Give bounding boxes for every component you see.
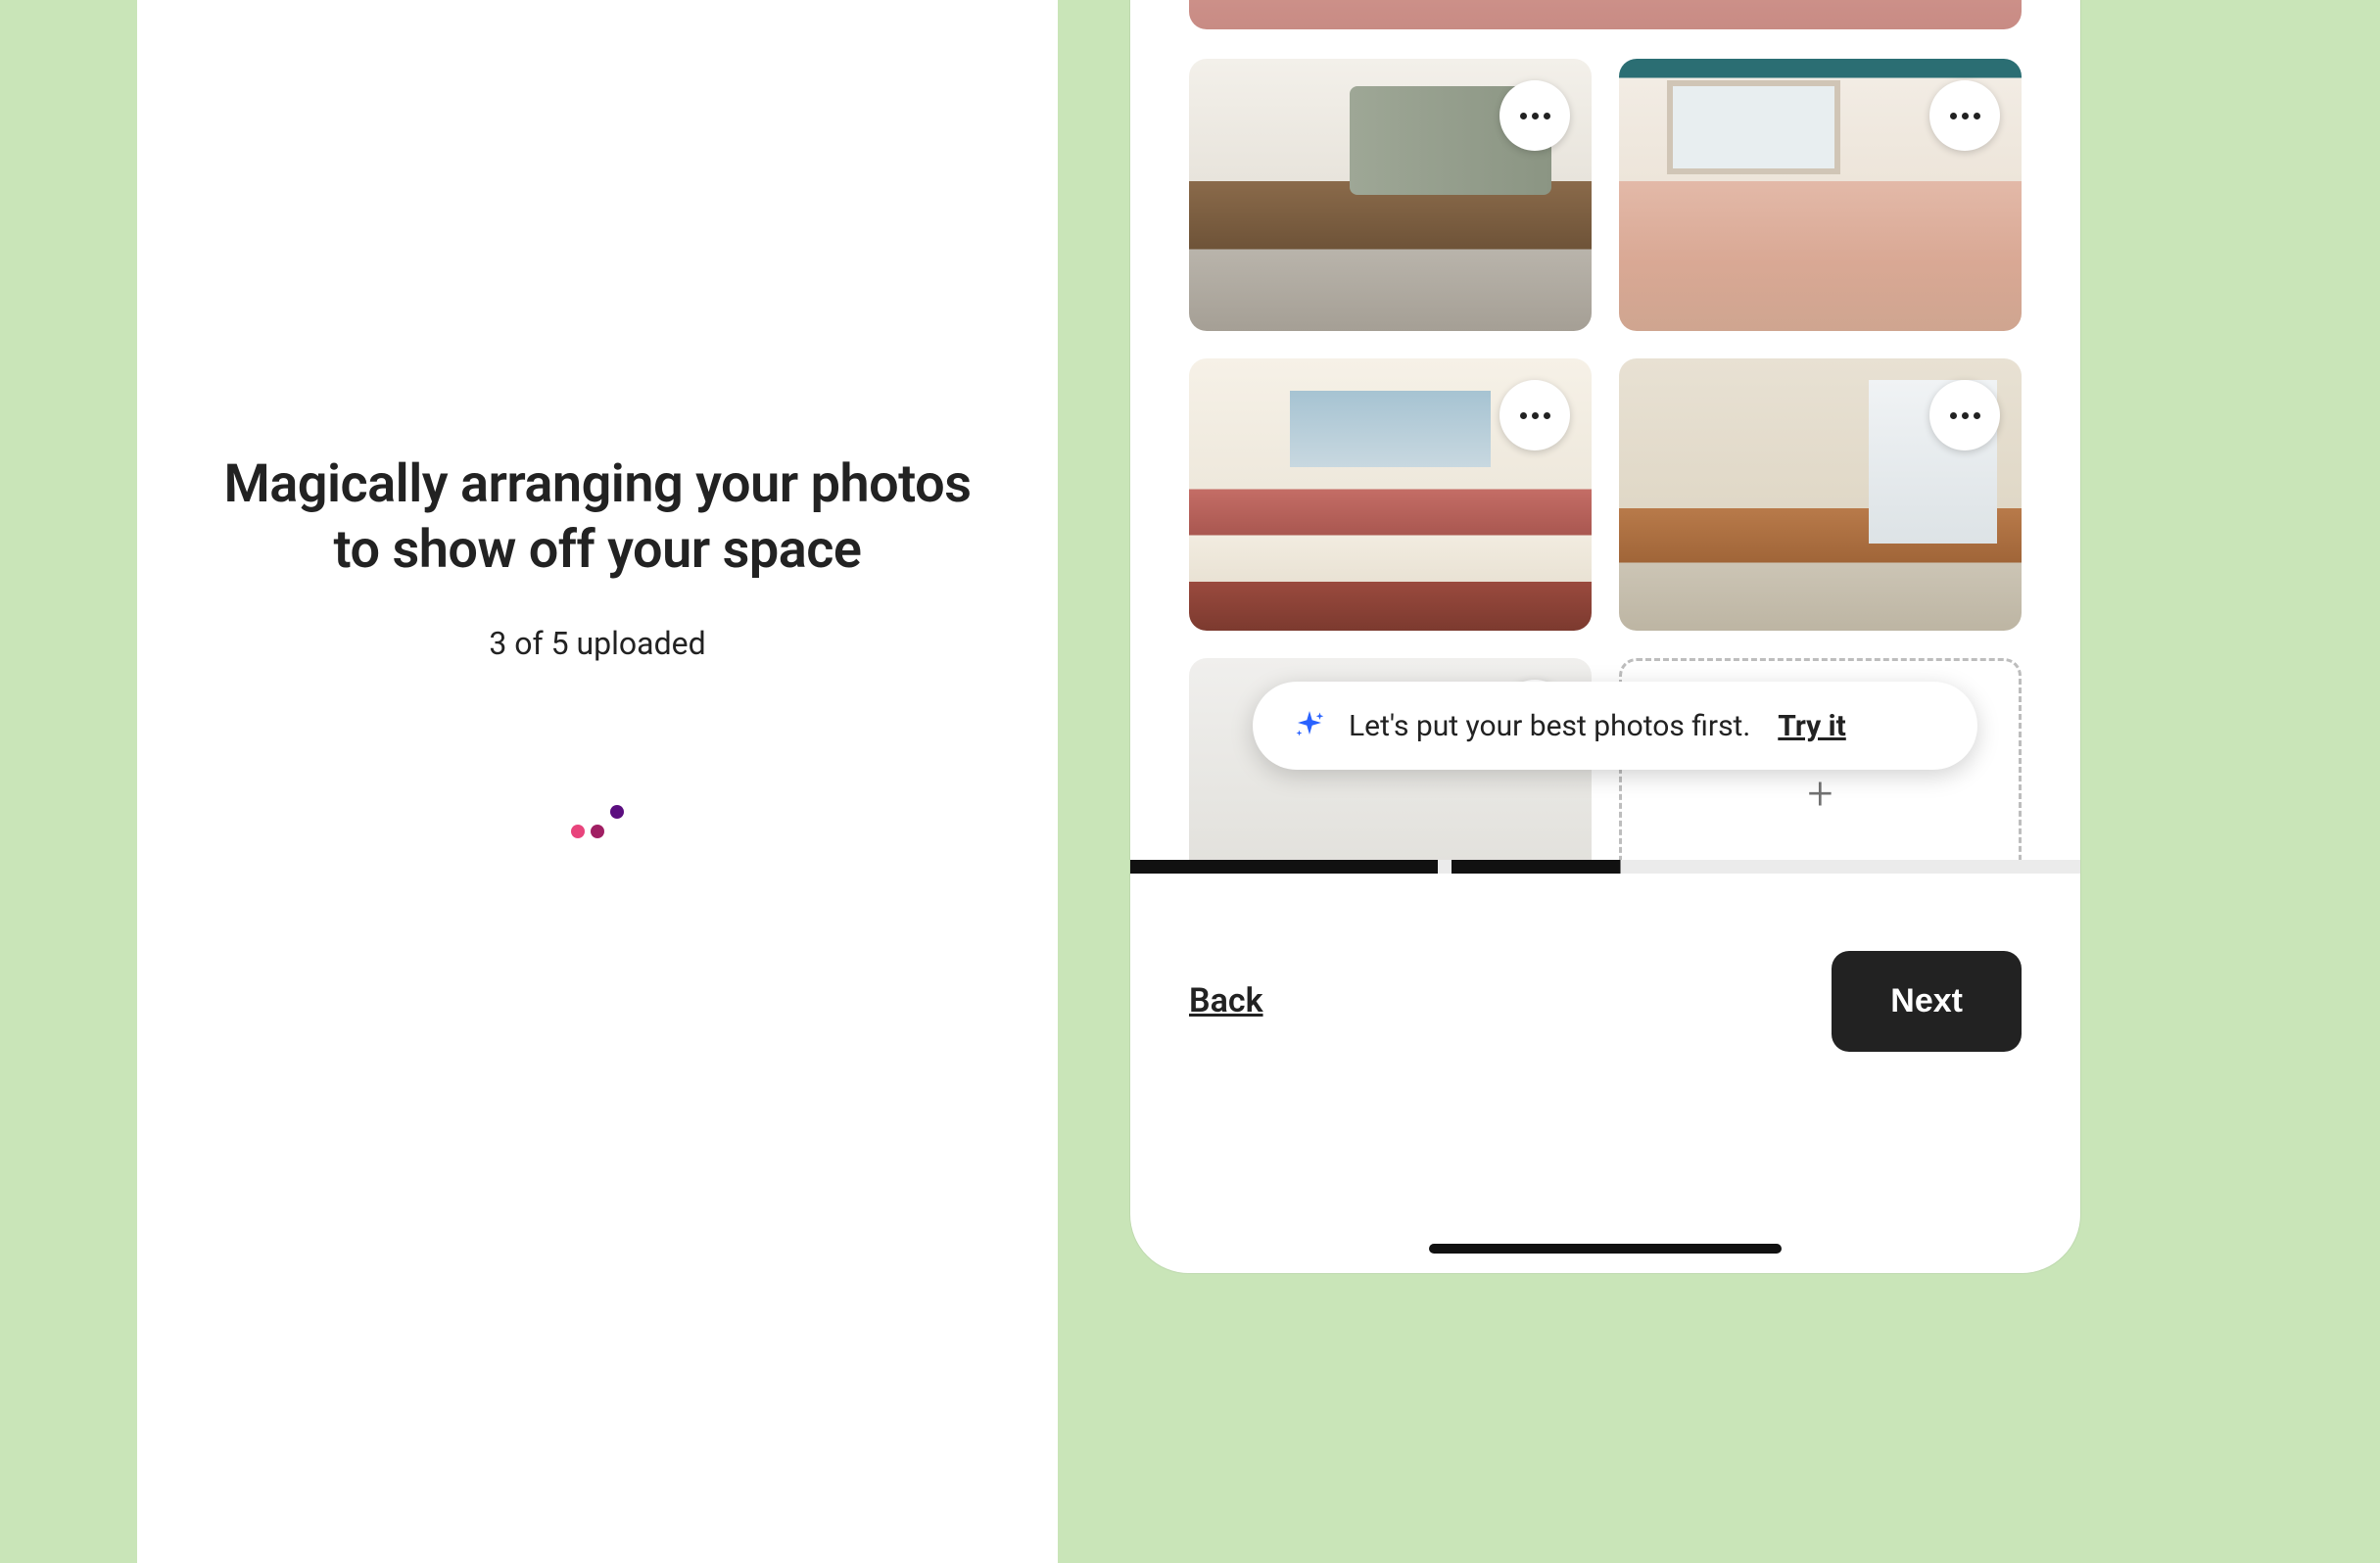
ellipsis-icon (1974, 113, 1980, 119)
ellipsis-icon (1974, 412, 1980, 419)
ellipsis-icon (1520, 113, 1527, 119)
ellipsis-icon (1544, 113, 1550, 119)
progress-segment (1130, 860, 1438, 874)
spinner-dot (610, 805, 624, 819)
ellipsis-icon (1962, 412, 1969, 419)
footer-bar: Back Next (1130, 874, 2080, 1128)
sparkle-icon (1292, 708, 1327, 743)
try-it-link[interactable]: Try it (1778, 709, 1846, 743)
spinner-dot (571, 825, 585, 838)
ellipsis-icon (1950, 113, 1957, 119)
back-button[interactable]: Back (1189, 981, 1263, 1020)
phone-content: + Let's put your best photos first. Try … (1130, 0, 2080, 1273)
next-button[interactable]: Next (1832, 951, 2022, 1052)
ellipsis-icon (1532, 412, 1539, 419)
upload-status: 3 of 5 uploaded (224, 625, 972, 662)
arrange-tooltip: Let's put your best photos first. Try it (1253, 682, 1977, 770)
photo-options-button[interactable] (1929, 380, 2000, 450)
spinner-dot (591, 825, 604, 838)
ellipsis-icon (1520, 412, 1527, 419)
ellipsis-icon (1962, 113, 1969, 119)
progress-segment (1452, 860, 1759, 874)
hero-photo-thumbnail[interactable] (1189, 0, 2022, 29)
progress-segment (1773, 860, 2080, 874)
ellipsis-icon (1950, 412, 1957, 419)
photo-options-button[interactable] (1929, 80, 2000, 151)
photo-thumbnail[interactable] (1189, 59, 1592, 331)
home-indicator (1429, 1244, 1782, 1254)
loading-spinner-icon (224, 799, 972, 838)
ellipsis-icon (1544, 412, 1550, 419)
photo-options-button[interactable] (1499, 380, 1570, 450)
photo-thumbnail[interactable] (1189, 358, 1592, 631)
phone-mockup: + Let's put your best photos first. Try … (1130, 0, 2080, 1273)
loading-content: Magically arranging your photos to show … (224, 451, 972, 838)
photo-grid: + (1189, 59, 2022, 930)
progress-bar (1130, 860, 2080, 874)
photo-options-button[interactable] (1499, 80, 1570, 151)
plus-icon: + (1808, 768, 1833, 821)
photo-thumbnail[interactable] (1619, 358, 2022, 631)
loading-panel: Magically arranging your photos to show … (137, 0, 1058, 1563)
ellipsis-icon (1532, 113, 1539, 119)
loading-heading: Magically arranging your photos to show … (224, 451, 972, 584)
heading-line-2: to show off your space (334, 519, 862, 581)
heading-line-1: Magically arranging your photos (224, 453, 972, 515)
tooltip-text: Let's put your best photos first. (1349, 709, 1750, 743)
photo-thumbnail[interactable] (1619, 59, 2022, 331)
